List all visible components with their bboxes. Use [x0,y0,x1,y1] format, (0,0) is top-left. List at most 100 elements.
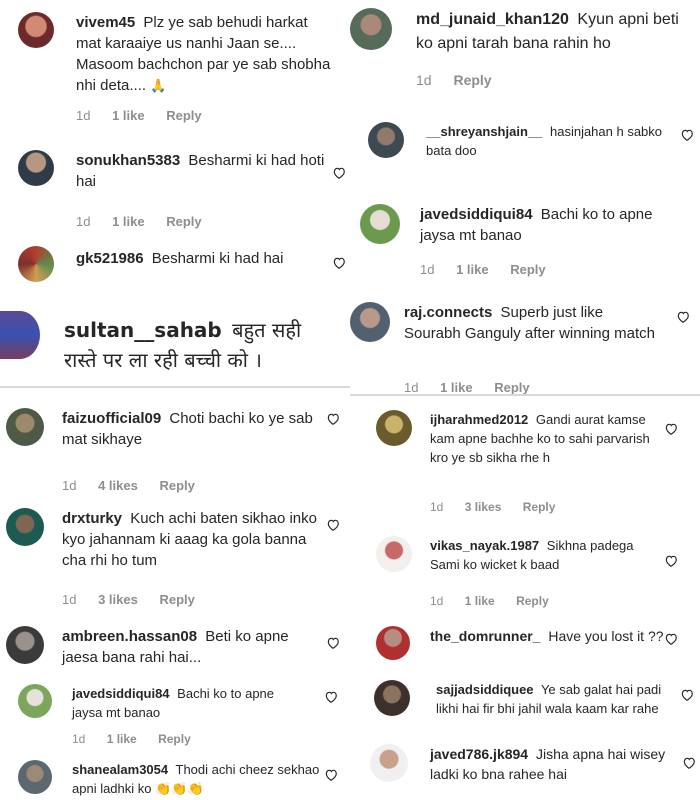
comment-time: 1d [430,594,444,608]
comment-panel-raj-connects: raj.connects Superb just like Sourabh Ga… [350,290,700,394]
reply-button[interactable]: Reply [159,478,194,493]
heart-icon[interactable] [332,166,346,180]
avatar[interactable] [6,408,44,446]
comment-time: 1d [76,108,91,123]
comment-username[interactable]: javed786.jk894 [430,746,528,762]
comment-likes[interactable]: 1 like [112,108,145,123]
comment-panel-javedsiddiqui84-left: javedsiddiqui84 Bachi ko to apne jaysa m… [0,678,350,750]
comment-likes[interactable]: 3 likes [98,592,138,607]
comment-panel-vivem45: vivem45 Plz ye sab behudi harkat mat kar… [0,0,350,140]
avatar[interactable] [376,536,412,572]
avatar[interactable] [350,8,392,50]
comment-username[interactable]: sultan__sahab [64,318,222,342]
reply-button[interactable]: Reply [523,500,556,514]
comment-likes[interactable]: 1 like [112,214,145,229]
avatar[interactable] [0,311,40,359]
reply-button[interactable]: Reply [158,732,191,746]
avatar[interactable] [376,410,412,446]
heart-icon[interactable] [324,690,338,704]
heart-icon[interactable] [332,256,346,270]
comment-panel-sonukhan5383: sonukhan5383 Besharmi ki had hoti hai 1d… [0,140,350,236]
comment-likes[interactable]: 1 like [107,732,137,746]
right-divider [350,394,700,396]
heart-icon[interactable] [682,756,696,770]
comment-username[interactable]: sajjadsiddiquee [436,682,534,697]
comment-username[interactable]: vivem45 [76,14,135,31]
comment-username[interactable]: raj.connects [404,304,492,321]
comment-panel-vikas-nayak: vikas_nayak.1987 Sikhna padega Sami ko w… [350,528,700,614]
avatar[interactable] [376,626,410,660]
avatar[interactable] [18,684,52,718]
heart-icon[interactable] [326,518,340,532]
reply-button[interactable]: Reply [166,108,201,123]
reply-button[interactable]: Reply [166,214,201,229]
heart-icon[interactable] [676,310,690,324]
clapping-hands-emoji: 👏👏👏 [155,781,204,796]
comment-username[interactable]: md_junaid_khan120 [416,11,569,28]
comment-username[interactable]: faizuofficial09 [62,410,161,427]
praying-hands-emoji: 🙏 [150,78,167,93]
comment-username[interactable]: ambreen.hassan08 [62,628,197,645]
comment-username[interactable]: sonukhan5383 [76,152,180,169]
comment-time: 1d [62,592,77,607]
heart-icon[interactable] [326,636,340,650]
reply-button[interactable]: Reply [159,592,194,607]
avatar[interactable] [6,508,44,546]
comment-likes[interactable]: 3 likes [465,500,502,514]
comment-time: 1d [72,732,86,746]
comment-panel-faizuofficial09: faizuofficial09 Choti bachi ko ye sab ma… [0,394,350,494]
comment-panel-sajjadsiddiquee: sajjadsiddiquee Ye sab galat hai padi li… [350,676,700,740]
comment-time: 1d [420,262,435,277]
comment-likes[interactable]: 1 like [440,380,473,394]
comment-panel-shreyanshjain: __shreyanshjain__ hasinjahan h sabko bat… [350,110,700,190]
comment-likes[interactable]: 1 like [456,262,489,277]
comment-username[interactable]: the_domrunner_ [430,628,540,644]
comment-panel-javedsiddiqui84-right: javedsiddiqui84 Bachi ko to apne jaysa m… [350,192,700,288]
comment-time: 1d [416,72,432,88]
heart-icon[interactable] [664,554,678,568]
comment-username[interactable]: javedsiddiqui84 [420,206,533,223]
heart-icon[interactable] [664,632,678,646]
avatar[interactable] [370,744,408,782]
heart-icon[interactable] [680,688,694,702]
comment-panel-drxturky: drxturky Kuch achi baten sikhao inko kyo… [0,500,350,612]
comment-username[interactable]: javedsiddiqui84 [72,686,170,701]
avatar[interactable] [374,680,410,716]
heart-icon[interactable] [326,412,340,426]
comment-panel-sultan-sahab: sultan__sahab बहुत सही रास्ते पर ला रही … [0,291,350,386]
avatar[interactable] [350,302,390,342]
comment-time: 1d [62,478,77,493]
avatar[interactable] [18,246,54,282]
avatar[interactable] [18,760,52,794]
avatar[interactable] [18,150,54,186]
heart-icon[interactable] [680,128,694,142]
avatar[interactable] [368,122,404,158]
comment-time: 1d [430,500,444,514]
comment-text: Have you lost it ?? [548,628,664,644]
comment-panel-md-junaid: md_junaid_khan120 Kyun apni beti ko apni… [350,0,700,100]
comment-username[interactable]: drxturky [62,510,122,527]
comment-username[interactable]: vikas_nayak.1987 [430,538,539,553]
comments-collage: vivem45 Plz ye sab behudi harkat mat kar… [0,0,700,800]
avatar[interactable] [18,12,54,48]
reply-button[interactable]: Reply [510,262,545,277]
comment-time: 1d [404,380,419,394]
avatar[interactable] [6,626,44,664]
comment-username[interactable]: gk521986 [76,250,144,267]
comment-panel-ambreen: ambreen.hassan08 Beti ko apne jaesa bana… [0,618,350,678]
comment-username[interactable]: shanealam3054 [72,762,168,777]
reply-button[interactable]: Reply [453,72,491,88]
reply-button[interactable]: Reply [516,594,549,608]
comment-username[interactable]: __shreyanshjain__ [426,124,542,139]
comment-likes[interactable]: 1 like [465,594,495,608]
heart-icon[interactable] [324,768,338,782]
reply-button[interactable]: Reply [494,380,529,394]
comment-likes[interactable]: 4 likes [98,478,138,493]
avatar[interactable] [360,204,400,244]
comment-panel-gk521986: gk521986 Besharmi ki had hai [0,236,350,288]
comment-username[interactable]: ijharahmed2012 [430,412,528,427]
comment-panel-javed786: javed786.jk894 Jisha apna hai wisey ladk… [350,740,700,800]
comment-panel-shanealam3054: shanealam3054 Thodi achi cheez sekhao ap… [0,750,350,800]
comment-text: Besharmi ki had hai [151,250,284,267]
heart-icon[interactable] [664,422,678,436]
